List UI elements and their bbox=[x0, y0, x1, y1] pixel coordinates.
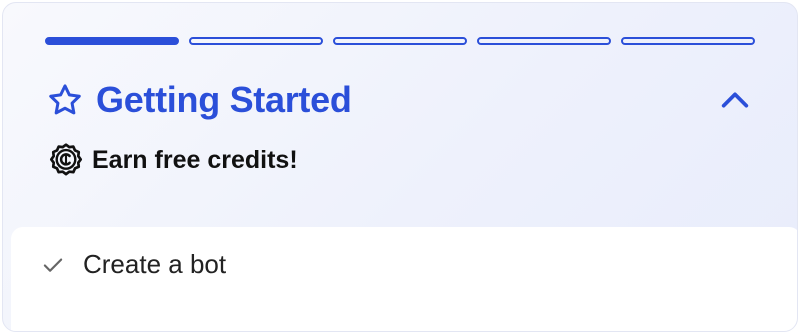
getting-started-card: Getting Started Earn free credits! Creat… bbox=[2, 2, 798, 332]
earn-credits-text: Earn free credits! bbox=[92, 145, 298, 174]
star-icon bbox=[47, 82, 83, 118]
task-list: Create a bot bbox=[11, 227, 797, 331]
progress-steps bbox=[45, 37, 755, 45]
progress-step bbox=[45, 37, 179, 45]
progress-step bbox=[477, 37, 611, 45]
getting-started-header[interactable]: Getting Started bbox=[47, 77, 753, 123]
earn-credits-row: Earn free credits! bbox=[48, 142, 298, 178]
task-label: Create a bot bbox=[83, 249, 227, 279]
credit-coin-icon bbox=[48, 142, 84, 178]
task-item[interactable]: Create a bot bbox=[39, 249, 226, 280]
progress-step bbox=[621, 37, 755, 45]
section-title: Getting Started bbox=[96, 79, 352, 120]
checkmark-icon bbox=[39, 251, 67, 279]
progress-step bbox=[333, 37, 467, 45]
chevron-up-icon[interactable] bbox=[717, 82, 753, 118]
progress-step bbox=[189, 37, 323, 45]
